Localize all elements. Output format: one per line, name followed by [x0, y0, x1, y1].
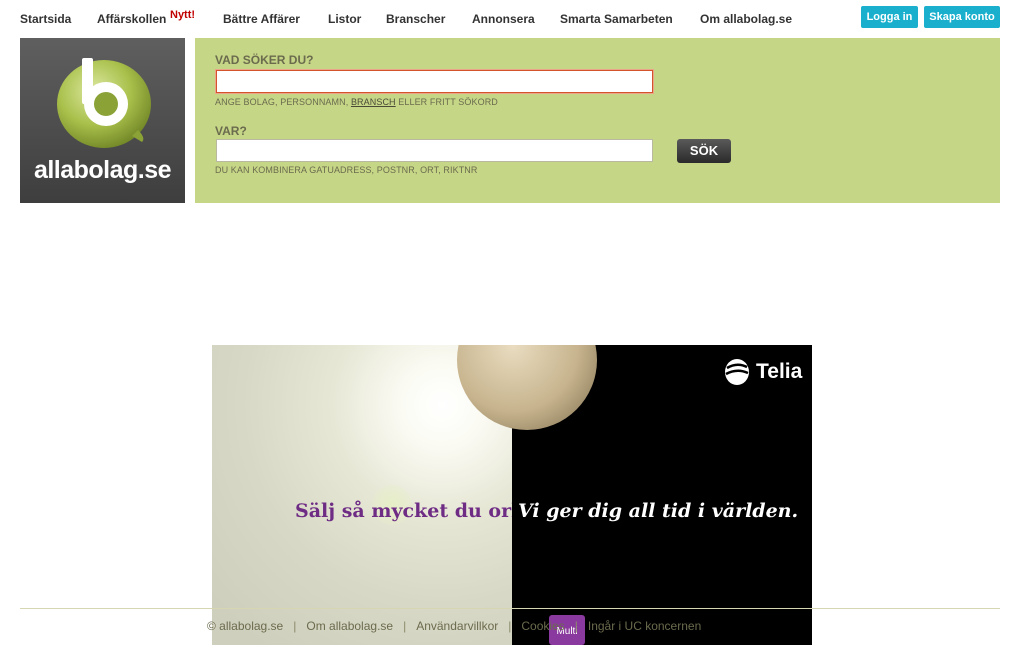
bransch-link[interactable]: BRANSCH — [351, 97, 396, 107]
nav-item-branscher[interactable]: Branscher — [386, 12, 445, 26]
footer-separator: | — [508, 619, 512, 633]
telia-pebble-icon — [725, 359, 749, 385]
what-label: VAD SÖKER DU? — [215, 53, 314, 67]
nav-item-affarskollen[interactable]: Affärskollen — [97, 12, 166, 26]
allabolag-logo-icon — [57, 58, 151, 148]
footer-separator: | — [574, 619, 578, 633]
where-label: VAR? — [215, 124, 247, 138]
nav-item-startsida[interactable]: Startsida — [20, 12, 71, 26]
what-search-input[interactable] — [216, 70, 653, 93]
nav-item-om-allabolag[interactable]: Om allabolag.se — [700, 12, 792, 26]
what-help-text: ANGE BOLAG, PERSONNAMN, BRANSCH ELLER FR… — [215, 97, 498, 107]
footer-cookies-link[interactable]: Cookies — [521, 619, 564, 633]
login-button[interactable]: Logga in — [861, 6, 918, 28]
footer-links: © allabolag.se | Om allabolag.se | Användarv… — [207, 619, 701, 633]
footer-copyright[interactable]: © allabolag.se — [207, 619, 283, 633]
nav-item-annonsera[interactable]: Annonsera — [472, 12, 535, 26]
where-help-text: DU KAN KOMBINERA GATUADRESS, POSTNR, ORT… — [215, 165, 478, 175]
telia-brand-text: Telia — [756, 360, 803, 383]
new-badge: Nytt! — [170, 9, 196, 21]
footer-group-link[interactable]: Ingår i UC koncernen — [588, 619, 701, 633]
ad-right-panel: Telia Vi ger dig all tid i världen. Mult… — [457, 345, 812, 645]
top-navigation: Startsida Affärskollen Nytt! Bättre Affä… — [0, 0, 1024, 36]
footer-separator: | — [293, 619, 297, 633]
logo-wordmark: allabolag.se — [33, 156, 172, 184]
footer-about-link[interactable]: Om allabolag.se — [306, 619, 393, 633]
footer-terms-link[interactable]: Användarvillkor — [416, 619, 498, 633]
what-help-suffix: ELLER FRITT SÖKORD — [395, 97, 498, 107]
search-button[interactable]: SÖK — [677, 139, 731, 163]
advertisement-banner[interactable]: Sälj så mycket du orkar. Telia Vi ger di… — [212, 345, 812, 645]
ad-right-headline: Vi ger dig all tid i världen. — [518, 500, 799, 522]
telia-logo: Telia — [724, 357, 802, 387]
what-help-prefix: ANGE BOLAG, PERSONNAMN, — [215, 97, 351, 107]
footer-divider — [20, 608, 1000, 609]
signup-button[interactable]: Skapa konto — [924, 6, 1000, 28]
search-panel: VAD SÖKER DU? ANGE BOLAG, PERSONNAMN, BR… — [195, 38, 1000, 203]
site-logo[interactable]: allabolag.se — [20, 38, 185, 203]
where-search-input[interactable] — [216, 139, 653, 162]
nav-item-smarta-samarbeten[interactable]: Smarta Samarbeten — [560, 12, 673, 26]
footer-separator: | — [403, 619, 407, 633]
nav-item-listor[interactable]: Listor — [328, 12, 361, 26]
nav-item-battre-affarer[interactable]: Bättre Affärer — [223, 12, 300, 26]
